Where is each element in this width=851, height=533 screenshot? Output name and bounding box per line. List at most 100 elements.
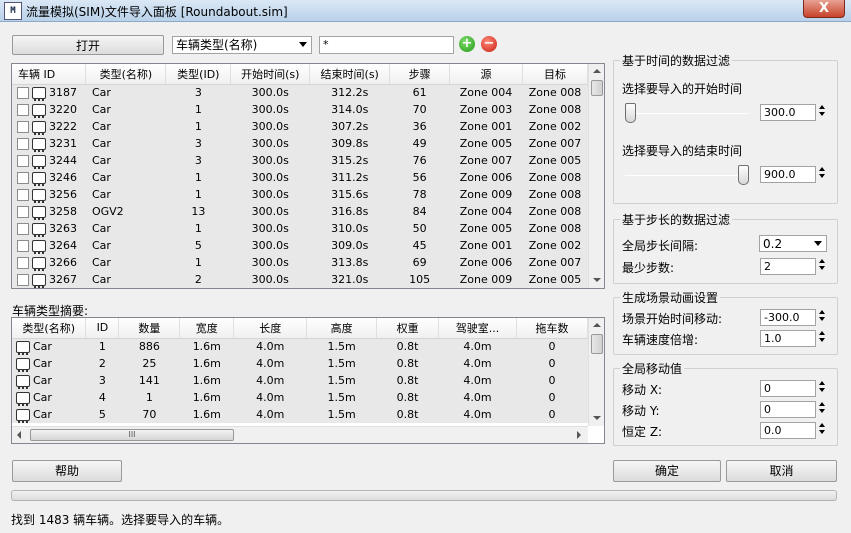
scroll-left-arrow[interactable] <box>17 431 21 439</box>
table-row[interactable]: 3187 Car 3 300.0s 312.2s 61 Zone 004 Zone 008 <box>12 84 588 102</box>
row-checkbox[interactable] <box>17 121 29 133</box>
row-checkbox[interactable] <box>17 155 29 167</box>
summary-table[interactable]: 类型(名称) ID 数量 宽度 长度 高度 权重 驾驶室... 拖车数 Car 1… <box>11 317 605 444</box>
scroll-up-arrow[interactable] <box>593 323 601 327</box>
row-checkbox[interactable] <box>17 274 29 286</box>
row-checkbox[interactable] <box>17 257 29 269</box>
table-row[interactable]: 3244 Car 3 300.0s 315.2s 76 Zone 007 Zone 005 <box>12 152 588 169</box>
min-steps-spinner[interactable] <box>817 257 827 275</box>
column-header[interactable]: ID <box>85 318 120 339</box>
scroll-right-arrow[interactable] <box>577 431 581 439</box>
table-cell: Zone 009 <box>459 273 513 286</box>
column-header[interactable]: 类型(ID) <box>165 64 232 85</box>
table-cell: 886 <box>138 340 160 354</box>
table-cell: 313.8s <box>331 256 369 269</box>
table-row[interactable]: 3266 Car 1 300.0s 313.8s 69 Zone 006 Zone 007 <box>12 254 588 271</box>
scrollbar-thumb[interactable] <box>591 334 603 354</box>
column-header[interactable]: 拖车数 <box>516 318 589 339</box>
help-button[interactable]: 帮助 <box>12 460 122 482</box>
vehicle-id-cell: 3256 <box>12 186 86 203</box>
end-time-slider[interactable] <box>623 162 753 190</box>
cancel-button[interactable]: 取消 <box>726 460 837 482</box>
column-header[interactable]: 高度 <box>306 318 378 339</box>
offset-y-input[interactable]: 0 <box>760 401 816 418</box>
vehicle-table[interactable]: 车辆 ID 类型(名称) 类型(ID) 开始时间(s) 结束时间(s) 步骤 源… <box>11 63 605 289</box>
speed-multiplier-spinner[interactable] <box>817 329 827 347</box>
minus-icon[interactable]: − <box>481 36 497 52</box>
slider-thumb[interactable] <box>738 165 749 185</box>
scroll-up-arrow[interactable] <box>593 69 601 73</box>
column-header[interactable]: 类型(名称) <box>85 64 167 85</box>
scrollbar-thumb[interactable] <box>591 80 603 96</box>
row-checkbox[interactable] <box>17 87 29 100</box>
global-step-select[interactable]: 0.2 <box>759 235 827 252</box>
offset-x-input[interactable]: 0 <box>760 380 816 397</box>
row-checkbox[interactable] <box>17 189 29 201</box>
table-cell: 1 <box>194 188 202 201</box>
end-time-spinner[interactable] <box>817 165 827 183</box>
start-time-slider[interactable] <box>623 100 753 128</box>
table-row[interactable]: Car 5 70 1.6m 4.0m 1.5m 0.8t 4.0m 0 <box>12 406 588 423</box>
table-cell: Zone 009 <box>459 188 513 201</box>
table-row[interactable]: Car 4 1 1.6m 4.0m 1.5m 0.8t 4.0m 0 <box>12 389 588 406</box>
offset-z-input[interactable]: 0.0 <box>760 422 816 439</box>
scrollbar-thumb[interactable]: III <box>30 429 234 441</box>
column-header[interactable]: 权重 <box>376 318 440 339</box>
row-checkbox[interactable] <box>17 172 29 184</box>
row-checkbox[interactable] <box>17 138 29 150</box>
scroll-down-arrow[interactable] <box>593 416 601 420</box>
min-steps-input[interactable]: 2 <box>760 258 816 275</box>
start-offset-input[interactable]: -300.0 <box>760 309 816 326</box>
offset-y-spinner[interactable] <box>817 400 827 418</box>
table-row[interactable]: 3231 Car 3 300.0s 309.8s 49 Zone 005 Zone 007 <box>12 135 588 152</box>
column-header[interactable]: 数量 <box>118 318 181 339</box>
table-row[interactable]: 3264 Car 5 300.0s 309.0s 45 Zone 001 Zone 002 <box>12 237 588 254</box>
column-header[interactable]: 源 <box>449 64 523 85</box>
filter-field-select[interactable]: 车辆类型(名称) <box>172 36 312 54</box>
row-checkbox[interactable] <box>17 206 29 218</box>
table-row[interactable]: 3256 Car 1 300.0s 315.6s 78 Zone 009 Zone 008 <box>12 186 588 203</box>
plus-icon[interactable]: + <box>459 36 475 52</box>
slider-thumb[interactable] <box>625 103 636 123</box>
table-row[interactable]: 3246 Car 1 300.0s 311.2s 56 Zone 006 Zone 008 <box>12 169 588 186</box>
vehicle-icon <box>32 121 46 135</box>
row-checkbox[interactable] <box>17 240 29 252</box>
column-header[interactable]: 宽度 <box>179 318 235 339</box>
column-header[interactable]: 开始时间(s) <box>230 64 311 85</box>
column-header[interactable]: 车辆 ID <box>12 64 87 85</box>
column-header[interactable]: 目标 <box>522 64 589 85</box>
start-time-input[interactable]: 300.0 <box>760 104 816 121</box>
column-header[interactable]: 驾驶室... <box>438 318 517 339</box>
start-time-spinner[interactable] <box>817 103 827 121</box>
column-header[interactable]: 步骤 <box>389 64 451 85</box>
offset-z-spinner[interactable] <box>817 421 827 439</box>
table-cell: Zone 008 <box>528 222 582 235</box>
column-header[interactable]: 长度 <box>233 318 308 339</box>
close-button[interactable]: X <box>803 0 845 18</box>
column-header[interactable]: 类型(名称) <box>12 318 87 339</box>
scroll-down-arrow[interactable] <box>593 278 601 282</box>
filter-pattern-input[interactable]: * <box>319 36 454 54</box>
open-button[interactable]: 打开 <box>12 35 164 55</box>
table-row[interactable]: Car 2 25 1.6m 4.0m 1.5m 0.8t 4.0m 0 <box>12 355 588 372</box>
start-offset-spinner[interactable] <box>817 308 827 326</box>
row-checkbox[interactable] <box>17 223 29 235</box>
table-row[interactable]: 3258 OGV2 13 300.0s 316.8s 84 Zone 004 Zone 008 <box>12 203 588 220</box>
offset-x-spinner[interactable] <box>817 379 827 397</box>
speed-multiplier-input[interactable]: 1.0 <box>760 330 816 347</box>
summary-table-scrollbar[interactable] <box>588 318 604 426</box>
column-header[interactable]: 结束时间(s) <box>309 64 391 85</box>
vehicle-table-scrollbar[interactable] <box>588 64 604 288</box>
chevron-down-icon <box>299 42 307 47</box>
table-row[interactable]: 3222 Car 1 300.0s 307.2s 36 Zone 001 Zone 002 <box>12 118 588 135</box>
end-time-input[interactable]: 900.0 <box>760 166 816 183</box>
ok-button[interactable]: 确定 <box>613 460 721 482</box>
table-row[interactable]: 3263 Car 1 300.0s 310.0s 50 Zone 005 Zone 008 <box>12 220 588 237</box>
table-row[interactable]: 3267 Car 2 300.0s 321.0s 105 Zone 009 Zone 005 <box>12 271 588 288</box>
table-row[interactable]: 3220 Car 1 300.0s 314.0s 70 Zone 003 Zone 008 <box>12 101 588 118</box>
summary-hscrollbar[interactable]: III <box>12 426 588 443</box>
table-row[interactable]: Car 1 886 1.6m 4.0m 1.5m 0.8t 4.0m 0 <box>12 338 588 356</box>
table-row[interactable]: Car 3 141 1.6m 4.0m 1.5m 0.8t 4.0m 0 <box>12 372 588 389</box>
row-checkbox[interactable] <box>17 104 29 116</box>
table-cell: Zone 006 <box>459 256 513 269</box>
